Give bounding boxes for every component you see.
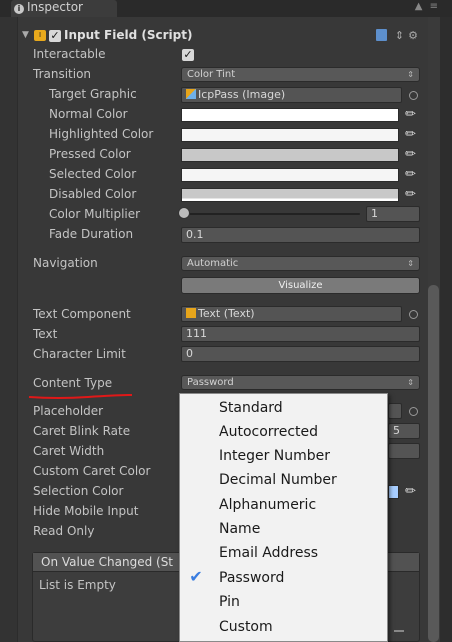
lock-menu-icon[interactable]: ▲ ≡ (415, 1, 440, 12)
input-field-icon: I (34, 30, 46, 41)
transition-value: Color Tint (187, 69, 236, 80)
color-multiplier-label: Color Multiplier (49, 207, 141, 221)
color-multiplier-field[interactable]: 1 (366, 206, 420, 222)
pressed-color-label: Pressed Color (49, 147, 131, 161)
navigation-value: Automatic (187, 258, 239, 269)
eyedropper-icon[interactable]: ✏ (405, 108, 419, 122)
text-component-field[interactable]: Text (Text) (181, 306, 402, 322)
read-only-label: Read Only (33, 524, 95, 538)
navigation-dropdown[interactable]: Automatic ⇕ (181, 256, 420, 271)
info-icon: i (14, 4, 24, 14)
selection-color-swatch[interactable] (388, 485, 399, 499)
component-title: Input Field (Script) (64, 28, 193, 42)
content-type-menu: Standard Autocorrected Integer Number De… (179, 393, 388, 642)
fade-duration-label: Fade Duration (49, 227, 134, 241)
custom-caret-color-label: Custom Caret Color (33, 464, 151, 478)
highlighted-color-swatch[interactable] (181, 128, 399, 142)
menu-item-pin[interactable]: Pin (180, 590, 387, 614)
color-multiplier-slider-track[interactable] (182, 213, 360, 215)
caret-blink-rate-field[interactable]: 5 (388, 423, 420, 439)
menu-item-alphanumeric[interactable]: Alphanumeric (180, 493, 387, 517)
text-field[interactable]: 111 (181, 326, 420, 342)
menu-item-decimal-number[interactable]: Decimal Number (180, 468, 387, 492)
foldout-arrow-icon[interactable]: ▼ (22, 30, 29, 40)
menu-item-autocorrected[interactable]: Autocorrected (180, 420, 387, 444)
text-icon (186, 308, 196, 318)
menu-item-password[interactable]: Password (180, 566, 387, 590)
dropdown-arrows-icon: ⇕ (407, 259, 414, 268)
normal-color-label: Normal Color (49, 107, 128, 121)
header-icons: ⇕⚙ (376, 29, 422, 42)
object-picker-icon[interactable] (409, 310, 418, 319)
caret-width-label: Caret Width (33, 444, 105, 458)
target-graphic-label: Target Graphic (49, 87, 137, 101)
selected-color-label: Selected Color (49, 167, 137, 181)
text-component-value: Text (Text) (198, 307, 255, 320)
menu-item-name[interactable]: Name (180, 517, 387, 541)
highlighted-color-label: Highlighted Color (49, 127, 154, 141)
caret-blink-rate-label: Caret Blink Rate (33, 424, 131, 438)
disabled-color-swatch[interactable] (181, 188, 399, 202)
transition-dropdown[interactable]: Color Tint ⇕ (181, 67, 420, 82)
object-picker-icon[interactable] (409, 407, 418, 416)
component-enabled-checkbox[interactable]: ✓ (49, 30, 61, 42)
disabled-color-label: Disabled Color (49, 187, 137, 201)
menu-item-custom[interactable]: Custom (180, 615, 387, 639)
dropdown-arrows-icon: ⇕ (407, 70, 414, 79)
menu-item-standard[interactable]: Standard (180, 396, 387, 420)
navigation-label: Navigation (33, 256, 98, 270)
eyedropper-icon[interactable]: ✏ (405, 168, 419, 182)
annotation-underline (28, 394, 133, 399)
hide-mobile-input-label: Hide Mobile Input (33, 504, 139, 518)
eyedropper-icon[interactable]: ✏ (405, 188, 419, 202)
selection-color-label: Selection Color (33, 484, 124, 498)
interactable-label: Interactable (33, 47, 106, 61)
object-picker-icon[interactable] (409, 91, 418, 100)
selected-color-swatch[interactable] (181, 168, 399, 182)
book-icon[interactable] (376, 29, 388, 41)
pressed-color-swatch[interactable] (181, 148, 399, 162)
visualize-button[interactable]: Visualize (181, 277, 420, 294)
normal-color-swatch[interactable] (181, 108, 399, 122)
text-component-label: Text Component (33, 307, 131, 321)
content-type-label: Content Type (33, 376, 113, 390)
target-graphic-value: IcpPass (Image) (198, 88, 286, 101)
interactable-checkbox[interactable]: ✓ (182, 49, 194, 61)
tab-bar: i Inspector ▲ ≡ (0, 0, 452, 17)
color-multiplier-slider-thumb[interactable] (178, 207, 190, 219)
scrollbar-thumb[interactable] (428, 285, 439, 642)
placeholder-label: Placeholder (33, 404, 104, 418)
left-gutter (0, 17, 18, 642)
content-type-value: Password (187, 377, 234, 388)
character-limit-label: Character Limit (33, 347, 126, 361)
eyedropper-icon[interactable]: ✏ (405, 485, 419, 499)
placeholder-field[interactable] (388, 403, 402, 419)
right-gutter (440, 17, 452, 642)
target-graphic-field[interactable]: IcpPass (Image) (181, 87, 402, 103)
tab-inspector[interactable]: i Inspector (11, 0, 117, 17)
menu-item-email-address[interactable]: Email Address (180, 541, 387, 565)
transition-label: Transition (33, 67, 92, 81)
component-header: ▼ I ✓ Input Field (Script) ⇕⚙ (18, 26, 428, 46)
sliders-icon[interactable]: ⇕ (395, 29, 408, 42)
image-icon (186, 89, 196, 99)
menu-item-integer-number[interactable]: Integer Number (180, 444, 387, 468)
character-limit-field[interactable]: 0 (181, 346, 420, 362)
content-type-dropdown[interactable]: Password ⇕ (181, 375, 420, 390)
caret-width-field[interactable] (388, 443, 420, 459)
gear-icon[interactable]: ⚙ (408, 29, 422, 42)
dropdown-arrows-icon: ⇕ (407, 378, 414, 387)
tab-inspector-label: Inspector (27, 0, 83, 14)
eyedropper-icon[interactable]: ✏ (405, 128, 419, 142)
menu-scroll-indicator (394, 630, 404, 632)
fade-duration-field[interactable]: 0.1 (181, 227, 420, 243)
text-label: Text (33, 327, 58, 341)
eyedropper-icon[interactable]: ✏ (405, 148, 419, 162)
